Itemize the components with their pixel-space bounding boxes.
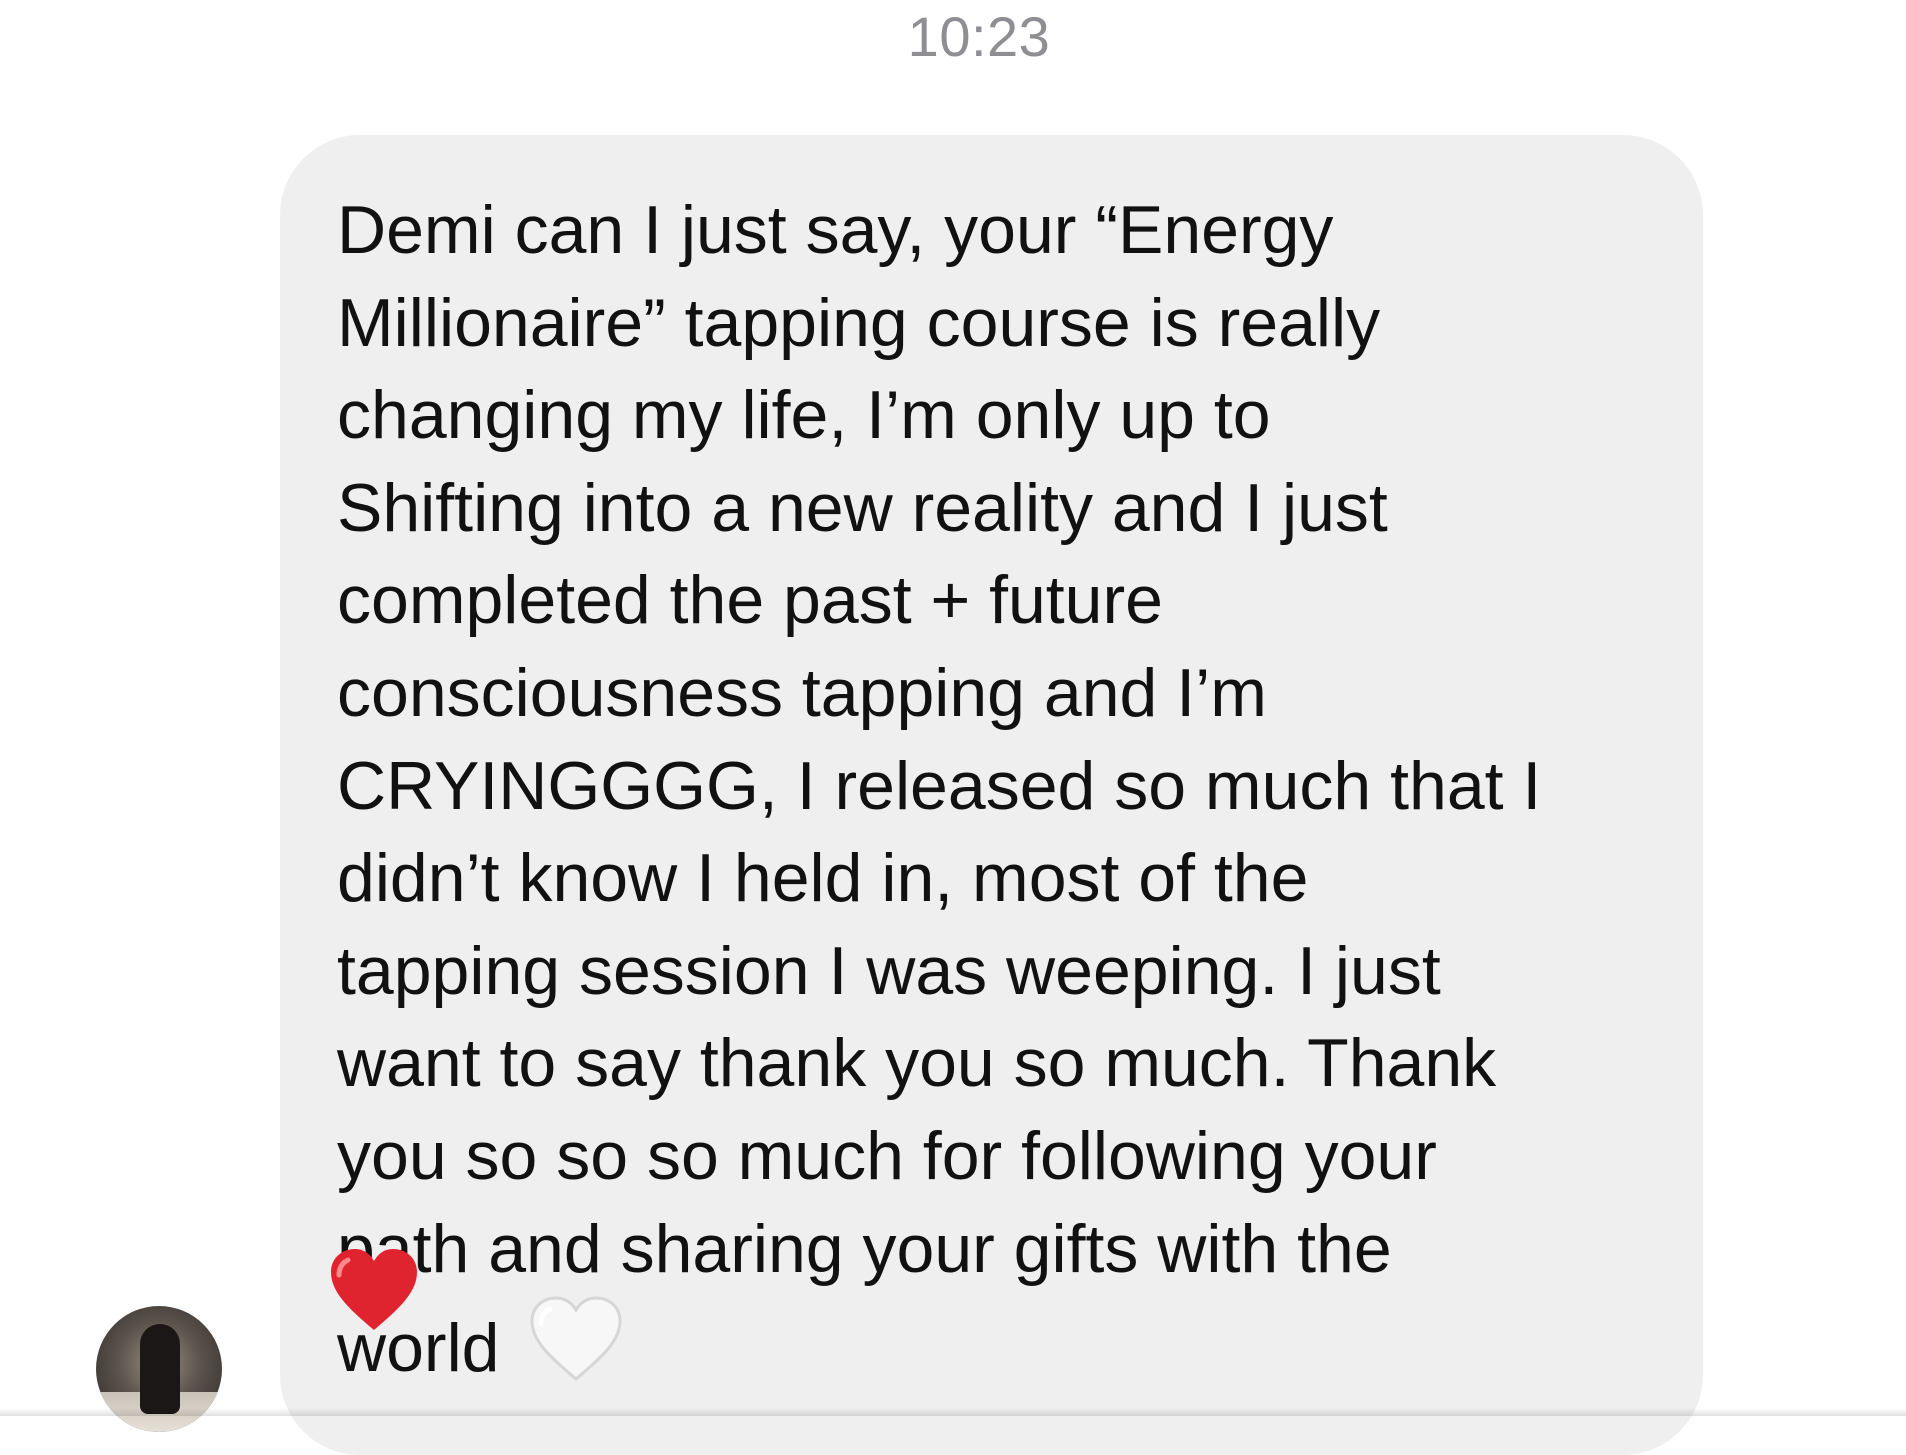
message-timestamp: 10:23	[907, 5, 1051, 68]
reaction-badge[interactable]	[328, 1244, 420, 1336]
message-line: tapping session I was weeping. I just	[337, 932, 1441, 1009]
message-line: want to say thank you so much. Thank	[337, 1025, 1497, 1102]
message-line: you so so so much for following your	[337, 1117, 1437, 1194]
message-text: Demi can I just say, your “Energy Millio…	[337, 184, 1677, 1388]
message-line: completed the past + future	[337, 562, 1163, 639]
message-line: path and sharing your gifts with the	[337, 1210, 1392, 1287]
avatar-photo-figure	[140, 1324, 180, 1414]
message-line-last: world	[337, 1295, 1677, 1388]
message-line: CRYINGGGG, I released so much that I	[337, 747, 1542, 824]
message-line: Millionaire” tapping course is really	[337, 284, 1381, 361]
message-line: didn’t know I held in, most of the	[337, 840, 1309, 917]
message-line: changing my life, I’m only up to	[337, 377, 1271, 454]
message-line: Shifting into a new reality and I just	[337, 469, 1388, 546]
white-heart-icon	[528, 1295, 624, 1409]
message-line: Demi can I just say, your “Energy	[337, 192, 1334, 268]
message-line: consciousness tapping and I’m	[337, 654, 1267, 731]
red-heart-icon	[328, 1249, 420, 1340]
bottom-divider	[0, 1408, 1906, 1416]
